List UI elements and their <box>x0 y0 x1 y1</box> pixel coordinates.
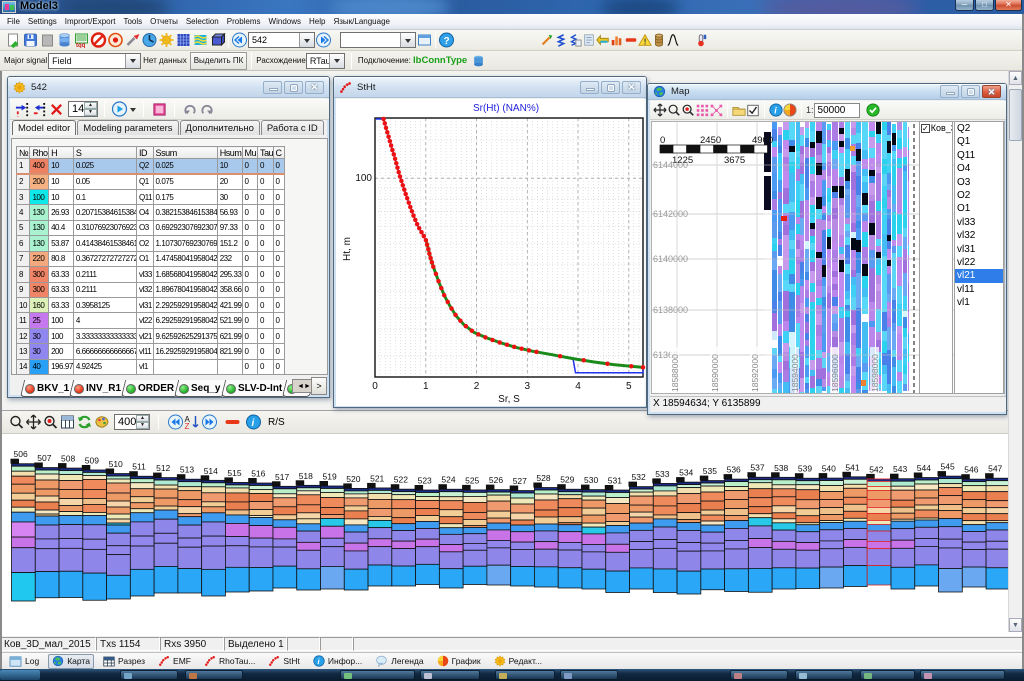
svg-text:18598000: 18598000 <box>870 354 880 392</box>
svg-text:520: 520 <box>346 474 360 484</box>
svg-text:510: 510 <box>109 459 123 469</box>
svg-text:6144000: 6144000 <box>653 160 688 170</box>
svg-text:?: ? <box>444 36 450 47</box>
svg-text:527: 527 <box>513 476 527 486</box>
svg-text:528: 528 <box>536 473 550 483</box>
svg-text:18590000: 18590000 <box>710 354 720 392</box>
svg-text:526: 526 <box>489 475 503 485</box>
svg-text:525: 525 <box>465 475 479 485</box>
svg-text:1: 1 <box>423 381 429 392</box>
svg-text:509: 509 <box>85 456 99 466</box>
svg-text:536: 536 <box>727 465 741 475</box>
svg-text:tqq: tqq <box>76 43 86 48</box>
svg-text:531: 531 <box>608 476 622 486</box>
svg-text:3: 3 <box>525 381 531 392</box>
svg-text:Sr, S: Sr, S <box>498 394 520 405</box>
svg-text:530: 530 <box>584 475 598 485</box>
svg-text:541: 541 <box>845 462 859 472</box>
svg-text:2: 2 <box>474 381 480 392</box>
svg-text:516: 516 <box>251 469 265 479</box>
svg-text:540: 540 <box>822 464 836 474</box>
svg-text:547: 547 <box>988 464 1002 474</box>
svg-text:100: 100 <box>355 173 372 184</box>
svg-text:18594000: 18594000 <box>790 354 800 392</box>
svg-text:546: 546 <box>964 465 978 475</box>
svg-text:514: 514 <box>204 466 218 476</box>
svg-text:542: 542 <box>869 464 883 474</box>
svg-text:0: 0 <box>660 135 665 146</box>
svg-text:517: 517 <box>275 472 289 482</box>
svg-text:6138000: 6138000 <box>653 305 688 315</box>
svg-text:3675: 3675 <box>724 155 745 166</box>
svg-text:518: 518 <box>299 471 313 481</box>
svg-text:544: 544 <box>917 463 931 473</box>
svg-text:534: 534 <box>679 468 693 478</box>
svg-text:538: 538 <box>774 463 788 473</box>
svg-text:532: 532 <box>632 472 646 482</box>
svg-text:2450: 2450 <box>700 135 721 146</box>
svg-text:4900: 4900 <box>752 135 773 146</box>
svg-text:523: 523 <box>418 476 432 486</box>
svg-text:529: 529 <box>560 475 574 485</box>
svg-text:511: 511 <box>132 462 146 472</box>
svg-text:522: 522 <box>394 475 408 485</box>
svg-text:6140000: 6140000 <box>653 254 688 264</box>
svg-text:Ht, m: Ht, m <box>342 237 353 261</box>
svg-text:0: 0 <box>372 381 378 392</box>
svg-text:18592000: 18592000 <box>750 354 760 392</box>
svg-text:521: 521 <box>370 473 384 483</box>
svg-text:513: 513 <box>180 465 194 475</box>
svg-text:524: 524 <box>441 475 455 485</box>
svg-text:539: 539 <box>798 464 812 474</box>
svg-text:6142000: 6142000 <box>653 209 688 219</box>
svg-text:!: ! <box>644 37 647 46</box>
svg-text:512: 512 <box>156 463 170 473</box>
svg-text:519: 519 <box>323 472 337 482</box>
svg-text:535: 535 <box>703 466 717 476</box>
svg-text:4: 4 <box>575 381 581 392</box>
svg-text:i: i <box>252 418 255 429</box>
svg-text:537: 537 <box>750 463 764 473</box>
svg-text:Sr(Ht) (NAN%): Sr(Ht) (NAN%) <box>473 103 539 114</box>
svg-text:18596000: 18596000 <box>830 354 840 392</box>
svg-text:545: 545 <box>941 462 955 472</box>
svg-text:543: 543 <box>893 464 907 474</box>
svg-text:515: 515 <box>227 468 241 478</box>
svg-text:508: 508 <box>61 454 75 464</box>
svg-text:533: 533 <box>655 469 669 479</box>
svg-text:18588000: 18588000 <box>670 354 680 392</box>
svg-text:5: 5 <box>626 381 632 392</box>
svg-text:506: 506 <box>14 449 28 459</box>
svg-text:507: 507 <box>37 453 51 463</box>
svg-text:Z: Z <box>185 422 190 430</box>
